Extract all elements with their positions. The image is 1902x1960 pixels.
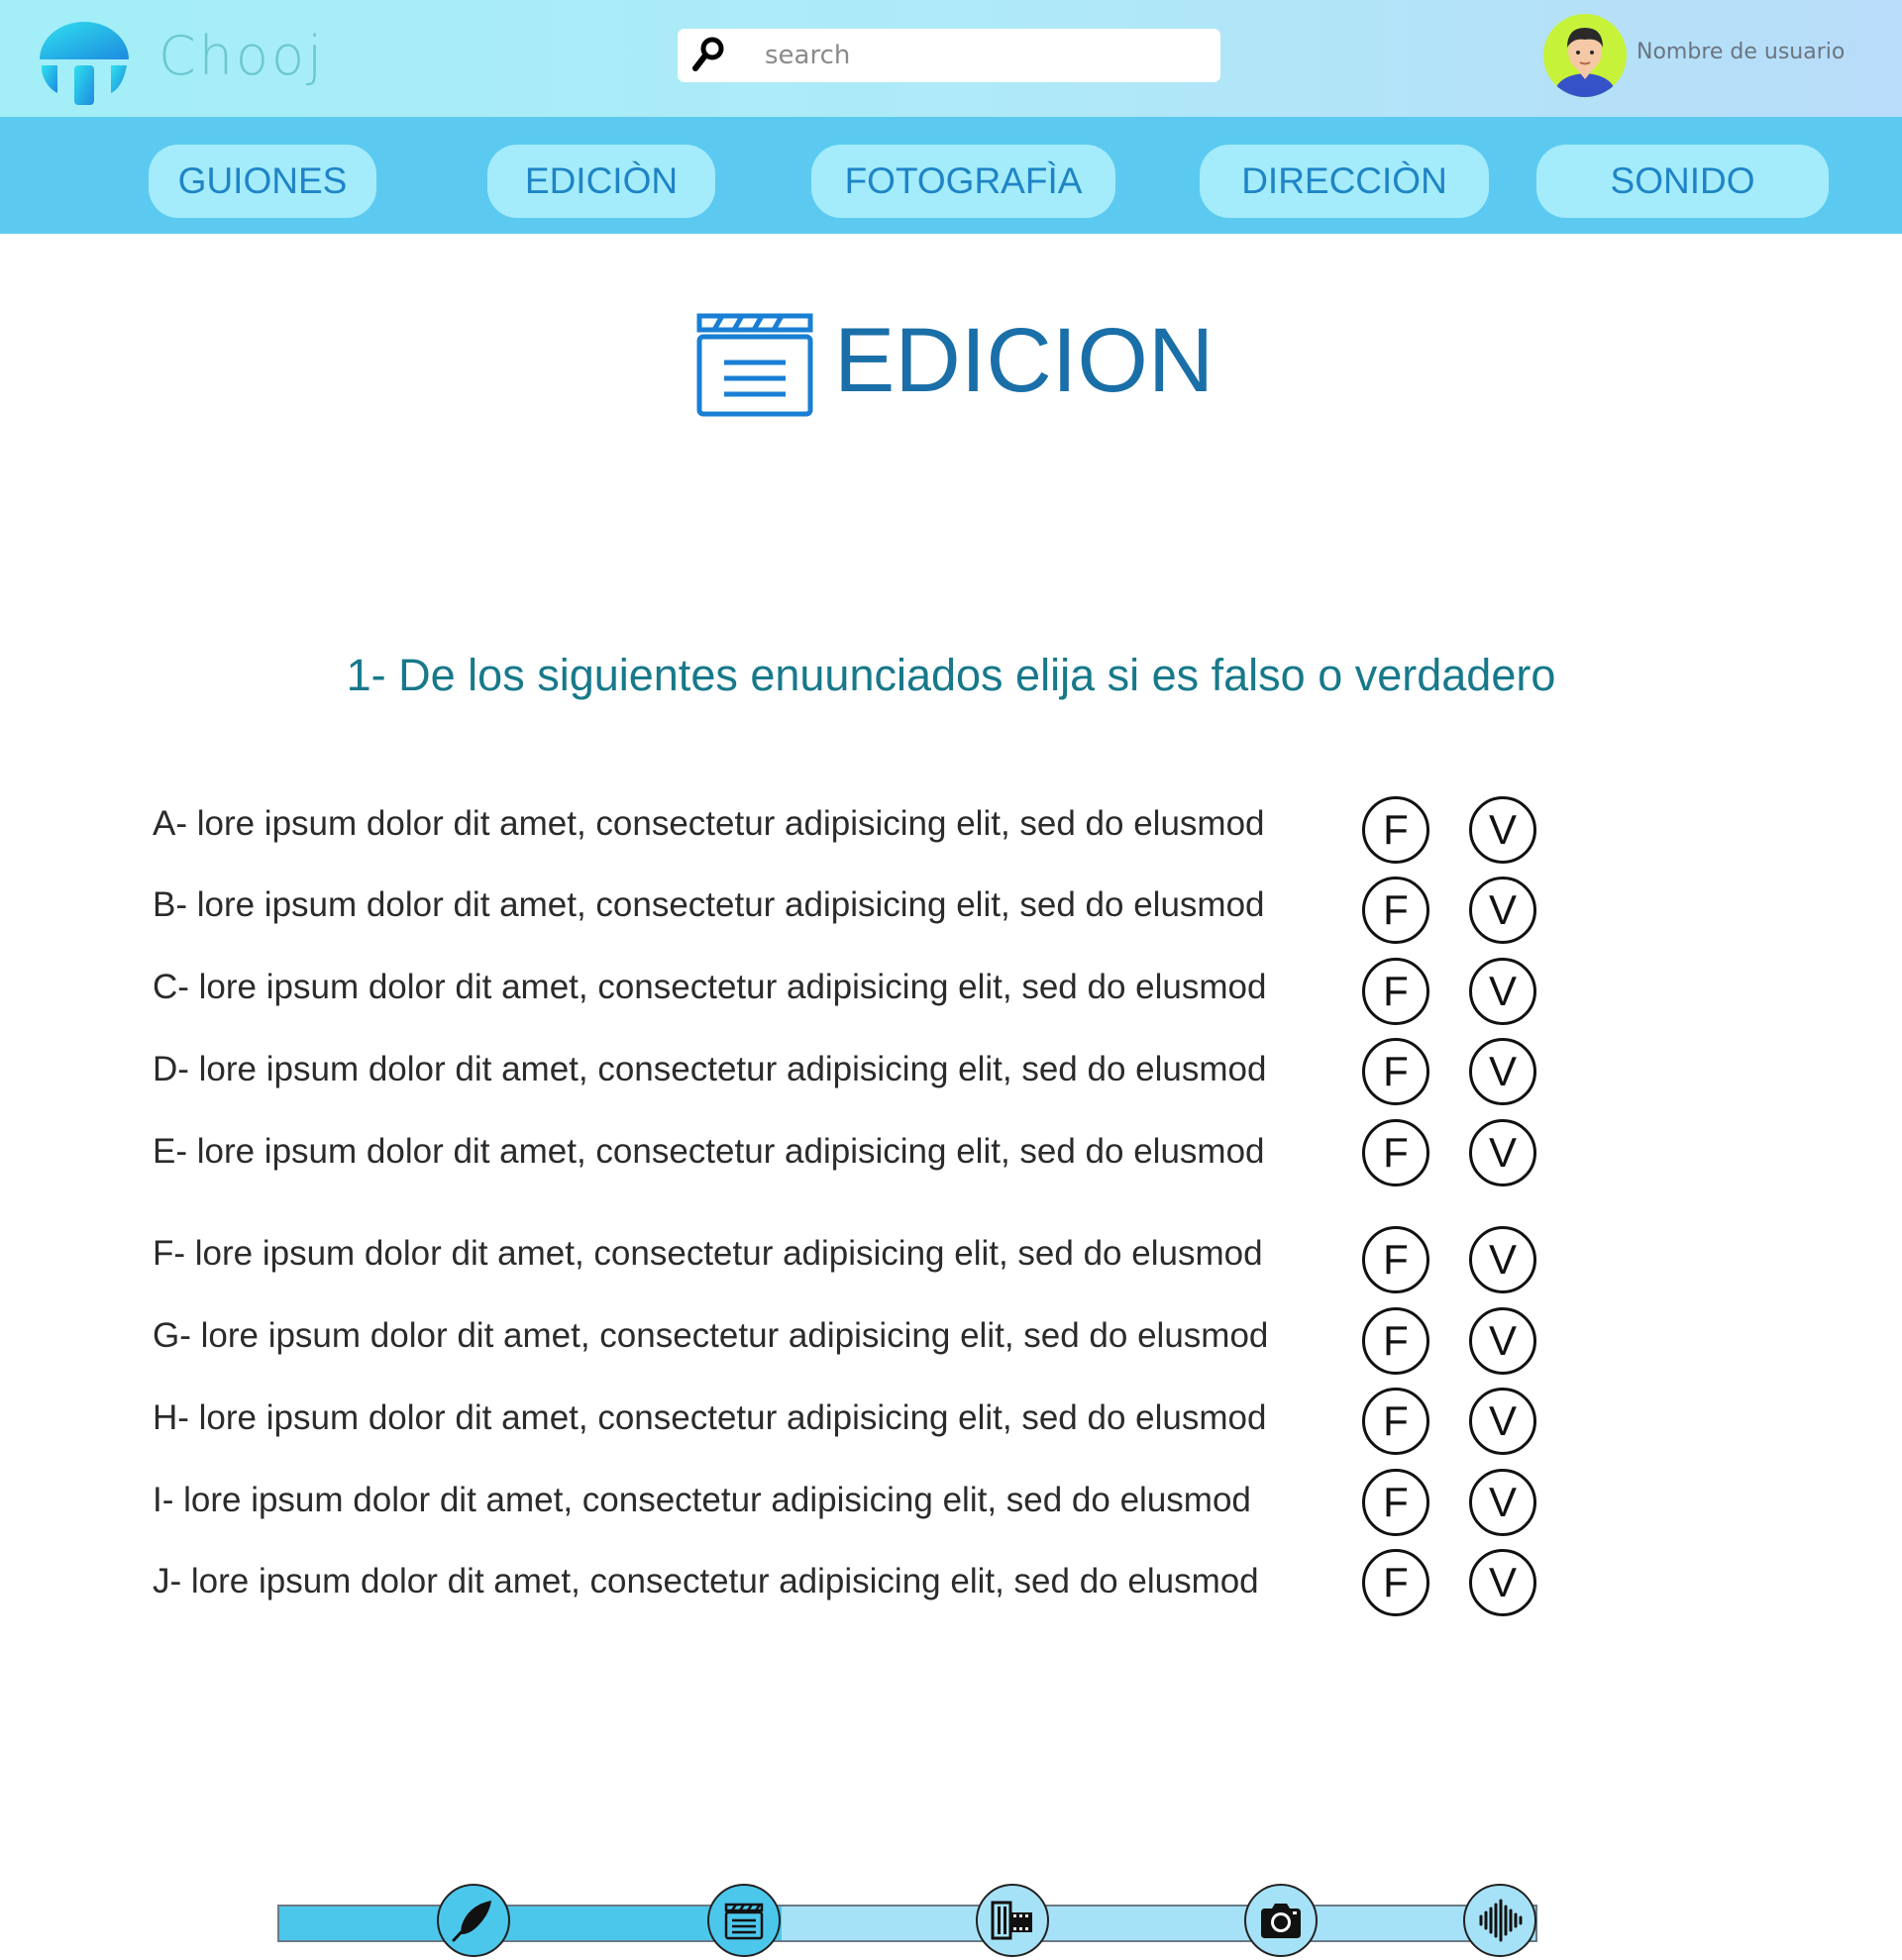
- false-button[interactable]: F: [1362, 1119, 1429, 1186]
- avatar[interactable]: [1543, 14, 1627, 97]
- tab-sonido[interactable]: SONIDO: [1536, 145, 1829, 218]
- film-strip-icon: [991, 1901, 1032, 1940]
- false-button[interactable]: F: [1362, 958, 1429, 1025]
- progress-fill: [279, 1907, 783, 1940]
- false-button[interactable]: F: [1362, 1469, 1429, 1536]
- list-item: D- lore ipsum dolor dit amet, consectetu…: [153, 1050, 1267, 1088]
- tab-edicion[interactable]: EDICIÒN: [487, 145, 715, 218]
- false-button[interactable]: F: [1362, 1388, 1429, 1455]
- list-item: B- lore ipsum dolor dit amet, consectetu…: [153, 885, 1265, 924]
- feather-icon: [452, 1901, 491, 1942]
- logo-icon[interactable]: [38, 16, 131, 109]
- tab-guiones[interactable]: GUIONES: [149, 145, 376, 218]
- true-button[interactable]: V: [1469, 796, 1536, 864]
- clapperboard-icon: [696, 313, 813, 417]
- true-button[interactable]: V: [1469, 1549, 1536, 1616]
- false-button[interactable]: F: [1362, 1038, 1429, 1105]
- list-item: I- lore ipsum dolor dit amet, consectetu…: [153, 1481, 1251, 1519]
- list-item: E- lore ipsum dolor dit amet, consectetu…: [153, 1132, 1265, 1171]
- true-button[interactable]: V: [1469, 1388, 1536, 1455]
- tab-direccion[interactable]: DIRECCIÒN: [1200, 145, 1489, 218]
- username[interactable]: Nombre de usuario: [1637, 40, 1845, 64]
- true-button[interactable]: V: [1469, 1469, 1536, 1536]
- search-icon[interactable]: [691, 36, 725, 73]
- app-name: Chooj: [158, 25, 326, 87]
- true-button[interactable]: V: [1469, 1226, 1536, 1293]
- sound-wave-icon: [1479, 1899, 1523, 1942]
- list-item: C- lore ipsum dolor dit amet, consectetu…: [153, 968, 1267, 1006]
- page-title: EDICION: [834, 310, 1215, 411]
- search-box[interactable]: [678, 29, 1220, 82]
- question-text: 1- De los siguientes enuunciados elija s…: [346, 650, 1556, 700]
- true-button[interactable]: V: [1469, 1119, 1536, 1186]
- step-edicion[interactable]: [707, 1884, 781, 1957]
- clapperboard-icon: [724, 1903, 764, 1940]
- list-item: J- lore ipsum dolor dit amet, consectetu…: [153, 1562, 1259, 1600]
- camera-icon: [1261, 1904, 1301, 1938]
- tab-fotografia[interactable]: FOTOGRAFÌA: [811, 145, 1115, 218]
- step-guiones[interactable]: [437, 1884, 510, 1957]
- true-button[interactable]: V: [1469, 1307, 1536, 1375]
- step-fotografia[interactable]: [976, 1884, 1049, 1957]
- list-item: H- lore ipsum dolor dit amet, consectetu…: [153, 1398, 1267, 1437]
- false-button[interactable]: F: [1362, 1226, 1429, 1293]
- false-button[interactable]: F: [1362, 1549, 1429, 1616]
- step-direccion[interactable]: [1244, 1884, 1318, 1957]
- true-button[interactable]: V: [1469, 1038, 1536, 1105]
- main-nav: GUIONES EDICIÒN FOTOGRAFÌA DIRECCIÒN SON…: [0, 117, 1902, 234]
- list-item: A- lore ipsum dolor dit amet, consectetu…: [153, 804, 1265, 843]
- false-button[interactable]: F: [1362, 796, 1429, 864]
- list-item: G- lore ipsum dolor dit amet, consectetu…: [153, 1316, 1269, 1355]
- header: Chooj Nombre de usuario: [0, 0, 1902, 117]
- false-button[interactable]: F: [1362, 877, 1429, 944]
- false-button[interactable]: F: [1362, 1307, 1429, 1375]
- true-button[interactable]: V: [1469, 877, 1536, 944]
- step-sonido[interactable]: [1463, 1884, 1536, 1957]
- true-button[interactable]: V: [1469, 958, 1536, 1025]
- search-input[interactable]: [765, 29, 1201, 82]
- list-item: F- lore ipsum dolor dit amet, consectetu…: [153, 1234, 1263, 1273]
